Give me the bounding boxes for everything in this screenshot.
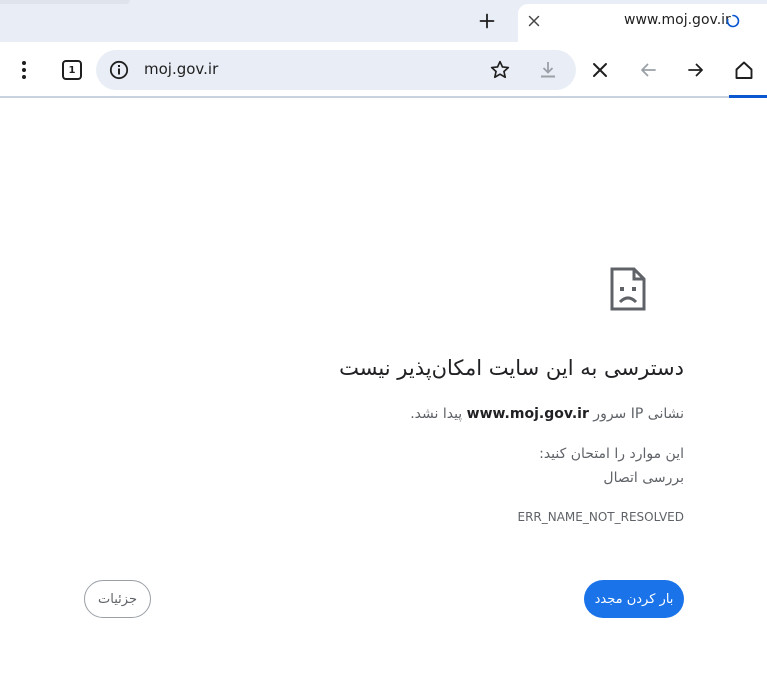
close-icon xyxy=(528,15,540,27)
bookmark-button[interactable] xyxy=(488,58,512,82)
details-button[interactable]: جزئیات xyxy=(84,580,151,618)
download-button[interactable] xyxy=(536,58,560,82)
error-desc-prefix: نشانی IP سرور xyxy=(588,406,684,422)
url-text[interactable]: moj.gov.ir xyxy=(144,60,218,78)
error-code: ERR_NAME_NOT_RESOLVED xyxy=(517,510,684,524)
error-title: دسترسی به این سایت امکان‌پذیر نیست xyxy=(339,356,684,380)
site-info-button[interactable] xyxy=(108,59,130,81)
new-tab-button[interactable] xyxy=(473,8,501,34)
sad-page-icon xyxy=(610,267,646,311)
tab-title: www.moj.gov.ir xyxy=(624,12,731,28)
close-icon xyxy=(593,63,607,77)
suggestion-item: بررسی اتصال xyxy=(603,470,684,486)
arrow-right-icon xyxy=(688,63,703,77)
error-description: نشانی IP سرور www.moj.gov.ir پیدا نشد. xyxy=(410,406,684,422)
toolbar: 1 moj.gov.ir xyxy=(0,42,767,98)
try-label: این موارد را امتحان کنید: xyxy=(539,446,684,462)
error-page: دسترسی به این سایت امکان‌پذیر نیست نشانی… xyxy=(0,98,767,700)
star-icon xyxy=(490,60,510,79)
spinner-icon xyxy=(726,14,740,28)
home-icon xyxy=(735,61,753,79)
tab-active[interactable]: www.moj.gov.ir xyxy=(518,4,767,42)
tab-count: 1 xyxy=(68,64,76,76)
error-desc-suffix: پیدا نشد. xyxy=(410,406,467,422)
tab-count-icon: 1 xyxy=(62,60,82,80)
omnibox[interactable]: moj.gov.ir xyxy=(96,50,576,90)
home-button[interactable] xyxy=(730,56,758,84)
error-host: www.moj.gov.ir xyxy=(466,406,589,422)
download-icon xyxy=(541,62,555,78)
info-icon xyxy=(109,60,129,80)
kebab-menu-icon xyxy=(22,61,26,79)
reload-button[interactable]: بار کردن مجدد xyxy=(584,580,684,618)
tabstrip-edge xyxy=(0,0,130,4)
tab-close-button[interactable] xyxy=(522,10,546,32)
stop-button[interactable] xyxy=(586,56,614,84)
arrow-left-icon xyxy=(641,63,656,77)
forward-button[interactable] xyxy=(682,56,710,84)
menu-button[interactable] xyxy=(10,56,38,84)
back-button[interactable] xyxy=(634,56,662,84)
tab-strip: www.moj.gov.ir xyxy=(0,0,767,42)
plus-icon xyxy=(479,13,495,29)
tab-switcher-button[interactable]: 1 xyxy=(58,56,86,84)
